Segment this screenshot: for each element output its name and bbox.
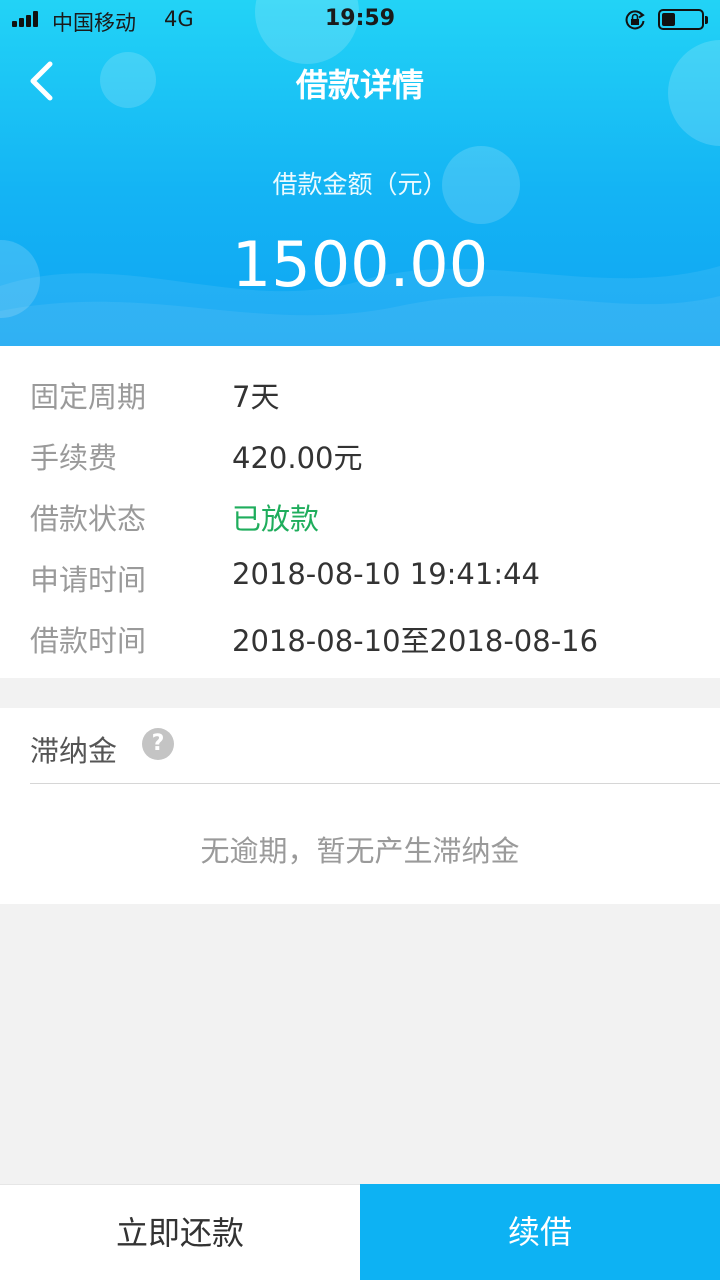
detail-row-fee: 手续费 420.00元 [0,435,720,475]
detail-row-apply-time: 申请时间 2018-08-10 19:41:44 [0,557,720,597]
detail-row-loan-period: 借款时间 2018-08-10至2018-08-16 [0,618,720,658]
question-mark-icon[interactable]: ? [142,728,174,760]
loan-amount: 1500.00 [231,228,489,301]
status-value: 已放款 [232,502,320,536]
battery-icon [658,9,708,30]
status-bar: 中国移动 4G 19:59 [0,0,720,40]
detail-label: 申请时间 [30,563,147,597]
detail-label: 借款时间 [30,624,147,658]
detail-row-period: 固定周期 7天 [0,374,720,414]
detail-row-status: 借款状态 已放款 [0,496,720,536]
detail-value: 420.00元 [232,441,363,475]
detail-value: 2018-08-10 19:41:44 [232,557,540,591]
detail-label: 手续费 [30,441,118,475]
repay-now-button[interactable]: 立即还款 [0,1184,360,1280]
detail-label: 借款状态 [30,502,147,536]
late-fee-section: 滞纳金 ? 无逾期，暂无产生滞纳金 [0,708,720,904]
amount-label: 借款金额（元） [272,170,448,199]
late-fee-message: 无逾期，暂无产生滞纳金 [200,834,520,868]
detail-value: 7天 [232,380,280,414]
divider [30,783,720,784]
page-title: 借款详情 [295,66,424,104]
loan-header: 中国移动 4G 19:59 借款详情 借款金额（元） 1500.00 [0,0,720,346]
renew-loan-button[interactable]: 续借 [360,1184,720,1280]
detail-label: 固定周期 [30,380,147,414]
action-bar: 立即还款 续借 [0,1184,720,1280]
status-time: 19:59 [324,6,396,31]
loan-details: 固定周期 7天 手续费 420.00元 借款状态 已放款 申请时间 2018-0… [0,346,720,678]
orientation-lock-icon [625,10,645,30]
detail-value: 2018-08-10至2018-08-16 [232,624,599,658]
late-fee-title: 滞纳金 [30,734,118,768]
